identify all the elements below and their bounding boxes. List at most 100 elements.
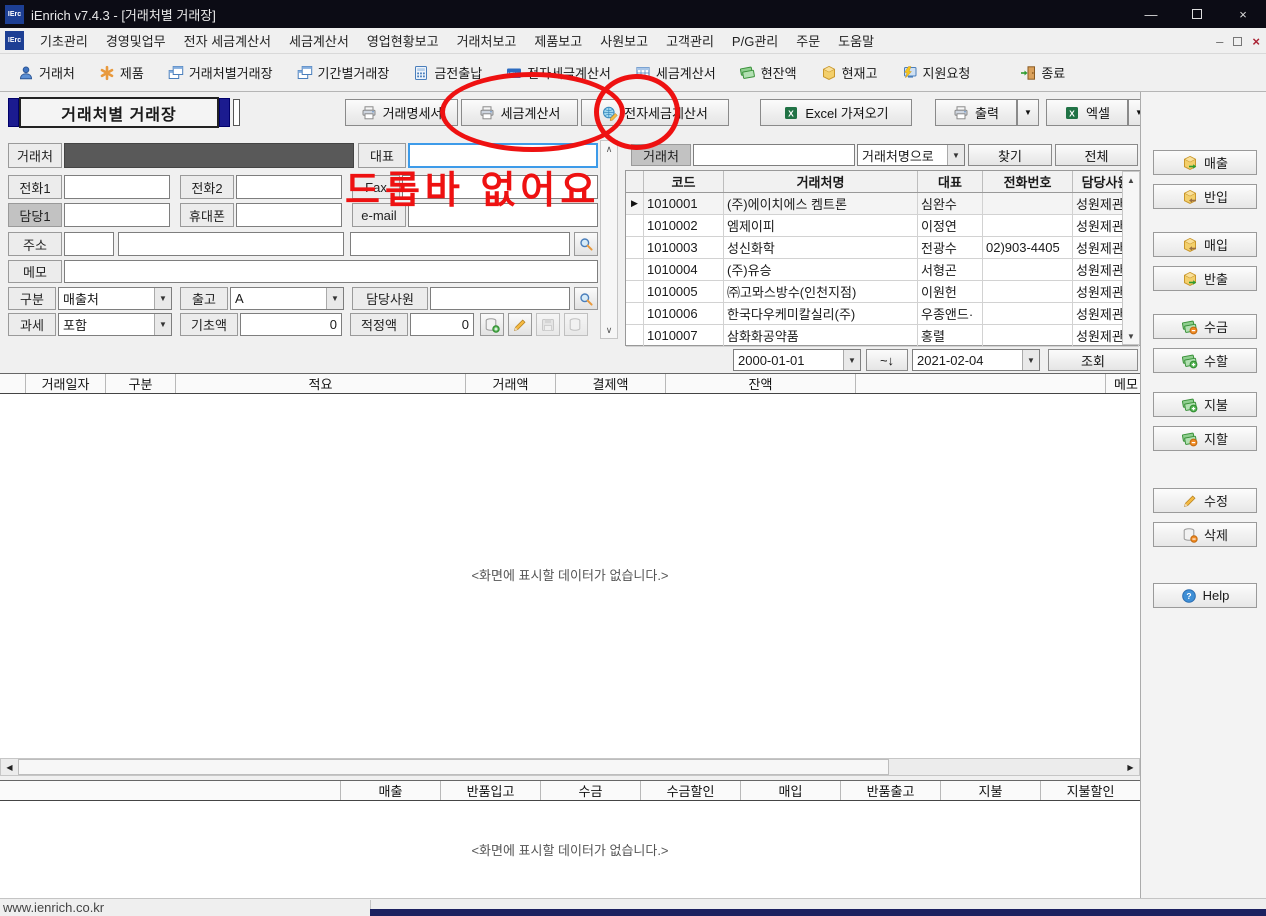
hscroll-thumb[interactable] <box>18 759 889 775</box>
toolbar-period-ledger[interactable]: 기간별거래장 <box>285 56 402 90</box>
ceo-input[interactable] <box>408 143 598 168</box>
address-search-button[interactable] <box>574 232 598 256</box>
scroll-down-arrow[interactable] <box>1123 328 1139 344</box>
print-button[interactable]: 출력 <box>935 99 1017 126</box>
window-minimize-button[interactable]: — <box>1128 0 1174 28</box>
toolbar-cashbook[interactable]: 금전출납 <box>401 56 494 90</box>
collect-button[interactable]: 수금 <box>1153 314 1257 339</box>
tax-invoice-print-button[interactable]: 세금계산서 <box>461 99 578 126</box>
ledger-hscrollbar[interactable] <box>0 758 1140 776</box>
staff-input[interactable] <box>430 287 570 310</box>
mdi-restore-button[interactable] <box>1233 37 1242 46</box>
email-input[interactable] <box>408 203 598 227</box>
show-all-button[interactable]: 전체 <box>1055 144 1138 166</box>
statement-print-button[interactable]: 거래명세서 <box>345 99 458 126</box>
mdi-close-button[interactable]: × <box>1252 34 1260 49</box>
cell-phone <box>983 325 1073 346</box>
menu-item-employee-report[interactable]: 사원보고 <box>591 28 657 54</box>
menu-item-product-report[interactable]: 제품보고 <box>525 28 591 54</box>
phone1-input[interactable] <box>64 175 170 199</box>
proper-amount-input[interactable]: 0 <box>410 313 474 336</box>
excel-import-button[interactable]: XExcel 가져오기 <box>760 99 912 126</box>
window-close-button[interactable]: × <box>1220 0 1266 28</box>
menu-item-tax[interactable]: 세금계산서 <box>280 28 358 54</box>
find-button[interactable]: 찾기 <box>968 144 1052 166</box>
toolbar-tax-invoice[interactable]: 세금계산서 <box>623 56 728 90</box>
edit-button[interactable]: 수정 <box>1153 488 1257 513</box>
customer-row[interactable]: 1010006 한국다우케미칼실리(주) 우종앤드· 성원제관 <box>626 303 1139 325</box>
customer-row[interactable]: 1010004 (주)유승 서형곤 성원제관 <box>626 259 1139 281</box>
return-out-button[interactable]: 반출 <box>1153 266 1257 291</box>
menu-item-basic[interactable]: 기초관리 <box>31 28 97 54</box>
pay-discount-button[interactable]: 지할 <box>1153 426 1257 451</box>
mobile-input[interactable] <box>236 203 342 227</box>
menu-item-crm[interactable]: 고객관리 <box>657 28 723 54</box>
customer-row[interactable]: 1010001 (주)에이치에스 켐트론 심완수 성원제관 <box>626 193 1139 215</box>
window-maximize-button[interactable] <box>1174 0 1220 28</box>
customer-table-scrollbar[interactable] <box>1122 171 1140 345</box>
query-button[interactable]: 조회 <box>1048 349 1138 371</box>
menu-item-order[interactable]: 주문 <box>787 28 829 54</box>
money-plus-icon <box>1182 353 1198 369</box>
return-in-button[interactable]: 반입 <box>1153 184 1257 209</box>
scroll-right-arrow[interactable] <box>1122 759 1139 775</box>
toolbar-exit[interactable]: 종료 <box>1008 56 1077 90</box>
toolbar-customer-ledger[interactable]: 거래처별거래장 <box>156 56 285 90</box>
memo-input[interactable] <box>64 260 598 283</box>
print-dropdown-button[interactable]: ▼ <box>1017 99 1039 126</box>
button-label: 전자세금계산서 <box>624 103 708 122</box>
purchase-button[interactable]: 매입 <box>1153 232 1257 257</box>
menu-item-sales-report[interactable]: 영업현황보고 <box>358 28 448 54</box>
form-scrollbar[interactable] <box>600 140 618 339</box>
manager1-input[interactable] <box>64 203 170 227</box>
excel-export-button[interactable]: X엑셀 <box>1046 99 1128 126</box>
add-record-button[interactable] <box>480 313 504 336</box>
toolbar-current-stock[interactable]: 현재고 <box>809 56 890 90</box>
staff-search-button[interactable] <box>574 287 598 310</box>
fax-input[interactable] <box>402 175 598 199</box>
pay-button[interactable]: 지불 <box>1153 392 1257 417</box>
collect-discount-button[interactable]: 수할 <box>1153 348 1257 373</box>
menu-item-pg[interactable]: P/G관리 <box>723 28 787 54</box>
date-range-button[interactable]: ~↓ <box>866 349 908 371</box>
save-record-button[interactable] <box>536 313 560 336</box>
toolbar-etax-invoice[interactable]: HTML전자세금계산서 <box>494 56 623 90</box>
help-button[interactable]: ?Help <box>1153 583 1257 608</box>
col-header-collect: 수금 <box>540 781 640 800</box>
cancel-record-button[interactable] <box>564 313 588 336</box>
menu-item-etax[interactable]: 전자 세금계산서 <box>175 28 280 54</box>
menu-item-help[interactable]: 도움말 <box>829 28 883 54</box>
search-by-select[interactable]: 거래처명으로 <box>857 144 965 166</box>
base-amount-input[interactable]: 0 <box>240 313 342 336</box>
scroll-left-arrow[interactable] <box>1 759 18 775</box>
zip-input[interactable] <box>64 232 114 256</box>
customer-row[interactable]: 1010007 삼화화공약품 홍렬 성원제관 <box>626 325 1139 347</box>
address1-input[interactable] <box>118 232 344 256</box>
date-from-select[interactable]: 2000-01-01 <box>733 349 861 371</box>
customer-row[interactable]: 1010003 성신화학 전광수 02)903-4405 성원제관 <box>626 237 1139 259</box>
scroll-up-arrow[interactable] <box>601 141 617 157</box>
scroll-up-arrow[interactable] <box>1123 172 1139 188</box>
customer-row[interactable]: 1010005 ㈜고뫄스방수(인천지점) 이원헌 성원제관 <box>626 281 1139 303</box>
menu-item-customer-report[interactable]: 거래처보고 <box>448 28 526 54</box>
date-to-select[interactable]: 2021-02-04 <box>912 349 1040 371</box>
delete-button[interactable]: 삭제 <box>1153 522 1257 547</box>
edit-record-button[interactable] <box>508 313 532 336</box>
sales-button[interactable]: 매출 <box>1153 150 1257 175</box>
type-select[interactable]: 매출처 <box>58 287 172 310</box>
menu-item-management[interactable]: 경영및업무 <box>97 28 175 54</box>
toolbar-customer[interactable]: 거래처 <box>6 56 87 90</box>
e-tax-invoice-button[interactable]: 전자세금계산서 <box>581 99 729 126</box>
address2-input[interactable] <box>350 232 570 256</box>
toolbar-product[interactable]: 제품 <box>87 56 156 90</box>
toolbar-current-balance[interactable]: 현잔액 <box>728 56 809 90</box>
scroll-down-arrow[interactable] <box>601 322 617 338</box>
toolbar-support-request[interactable]: 지원요청 <box>889 56 982 90</box>
customer-search-input[interactable] <box>693 144 855 166</box>
excel-icon: X <box>1064 105 1080 121</box>
customer-row[interactable]: 1010002 엠제이피 이정연 성원제관 <box>626 215 1139 237</box>
ship-select[interactable]: A <box>230 287 344 310</box>
tax-select[interactable]: 포함 <box>58 313 172 336</box>
phone2-input[interactable] <box>236 175 342 199</box>
mdi-minimize-button[interactable]: – <box>1216 34 1223 49</box>
